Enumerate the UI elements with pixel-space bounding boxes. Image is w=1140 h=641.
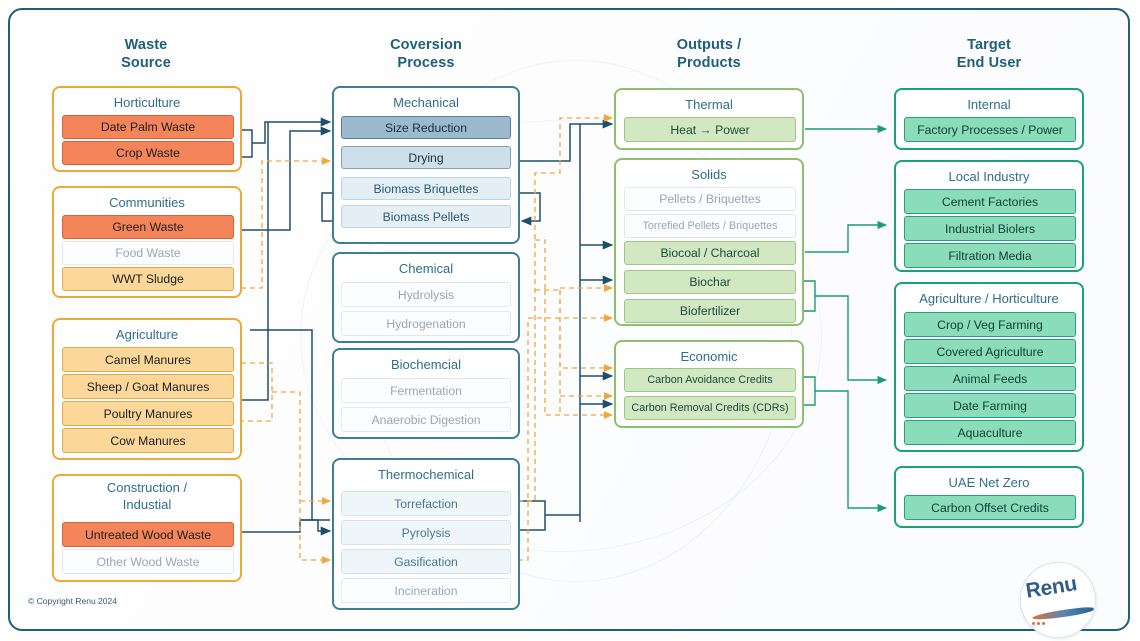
group-agriculture: Agriculture Camel Manures Sheep / Goat M… (52, 318, 242, 460)
group-title: Chemical (398, 261, 454, 276)
group-title: Mechanical (393, 95, 459, 110)
group-mechanical: Mechanical Size Reduction Drying Biomass… (332, 86, 520, 244)
group-internal: Internal Factory Processes / Power (894, 88, 1084, 150)
item-carbon-avoidance-credits[interactable]: Carbon Avoidance Credits (624, 368, 796, 392)
group-title: Economic (680, 349, 738, 364)
diagram-canvas: Waste Source Coversion Process Outputs /… (0, 0, 1140, 641)
item-poultry-manures[interactable]: Poultry Manures (62, 401, 234, 426)
group-title-line-1: Construction / (106, 480, 188, 495)
heading-line-2: End User (956, 55, 1022, 71)
group-solids: Solids Pellets / Briquettes Torrefied Pe… (614, 158, 804, 326)
item-industrial-biolers[interactable]: Industrial Biolers (904, 216, 1076, 241)
group-thermochemical: Thermochemical Torrefaction Pyrolysis Ga… (332, 458, 520, 610)
group-title: Agriculture (115, 327, 179, 342)
item-crop-veg-farming[interactable]: Crop / Veg Farming (904, 312, 1076, 337)
item-heat-to-power[interactable]: Heat → Power (624, 117, 796, 142)
heading-line-1: Coversion (390, 37, 462, 53)
group-biochemcial: Biochemcial Fermentation Anaerobic Diges… (332, 348, 520, 439)
group-title: Solids (691, 167, 727, 182)
column-heading-outputs: Outputs / Products (619, 36, 799, 72)
item-carbon-removal-credits[interactable]: Carbon Removal Credits (CDRs) (624, 396, 796, 420)
item-torrefied-pellets-briquettes[interactable]: Torrefied Pellets / Briquettes (624, 214, 796, 238)
item-wwt-sludge[interactable]: WWT Sludge (62, 267, 234, 291)
group-title: UAE Net Zero (948, 475, 1030, 490)
heading-line-2: Products (677, 55, 741, 71)
heading-line-2: Source (121, 55, 171, 71)
item-biomass-briquettes[interactable]: Biomass Briquettes (341, 177, 511, 200)
item-other-wood-waste[interactable]: Other Wood Waste (62, 549, 234, 574)
renu-logo: Renu (1020, 562, 1102, 638)
item-carbon-offset-credits[interactable]: Carbon Offset Credits (904, 495, 1076, 520)
item-hydrogenation[interactable]: Hydrogenation (341, 311, 511, 336)
group-construction-industial: Construction / Industial Untreated Wood … (52, 474, 242, 582)
group-title: Horticulture (113, 95, 181, 110)
heading-line-1: Target (967, 37, 1011, 53)
item-torrefaction[interactable]: Torrefaction (341, 491, 511, 516)
group-title: Construction / Industial (54, 479, 240, 513)
item-incineration[interactable]: Incineration (341, 578, 511, 603)
item-fermentation[interactable]: Fermentation (341, 378, 511, 403)
item-hydrolysis[interactable]: Hydrolysis (341, 282, 511, 307)
copyright-text: © Copyright Renu 2024 (28, 596, 117, 606)
item-sheep-goat-manures[interactable]: Sheep / Goat Manures (62, 374, 234, 399)
item-drying[interactable]: Drying (341, 146, 511, 169)
item-size-reduction[interactable]: Size Reduction (341, 116, 511, 139)
item-biofertilizer[interactable]: Biofertilizer (624, 299, 796, 323)
item-cow-manures[interactable]: Cow Manures (62, 428, 234, 453)
group-title-line-2: Industial (122, 497, 172, 512)
heading-line-1: Waste (124, 37, 168, 53)
item-gasification[interactable]: Gasification (341, 549, 511, 574)
column-heading-waste-source: Waste Source (56, 36, 236, 72)
group-title: Internal (967, 97, 1011, 112)
group-uae-net-zero: UAE Net Zero Carbon Offset Credits (894, 466, 1084, 528)
item-covered-agriculture[interactable]: Covered Agriculture (904, 339, 1076, 364)
item-cement-factories[interactable]: Cement Factories (904, 189, 1076, 214)
group-title: Local Industry (948, 169, 1030, 184)
group-communities: Communities Green Waste Food Waste WWT S… (52, 186, 242, 298)
group-local-industry: Local Industry Cement Factories Industri… (894, 160, 1084, 272)
item-aquaculture[interactable]: Aquaculture (904, 420, 1076, 445)
group-horticulture: Horticulture Date Palm Waste Crop Waste (52, 86, 242, 172)
item-biochar[interactable]: Biochar (624, 270, 796, 294)
item-pellets-briquettes[interactable]: Pellets / Briquettes (624, 187, 796, 211)
item-anaerobic-digestion[interactable]: Anaerobic Digestion (341, 407, 511, 432)
item-crop-waste[interactable]: Crop Waste (62, 141, 234, 165)
item-filtration-media[interactable]: Filtration Media (904, 243, 1076, 268)
group-agriculture-horticulture: Agriculture / Horticulture Crop / Veg Fa… (894, 282, 1084, 452)
item-animal-feeds[interactable]: Animal Feeds (904, 366, 1076, 391)
group-title: Communities (109, 195, 185, 210)
item-untreated-wood-waste[interactable]: Untreated Wood Waste (62, 522, 234, 547)
item-biocoal-charcoal[interactable]: Biocoal / Charcoal (624, 241, 796, 265)
group-chemical: Chemical Hydrolysis Hydrogenation (332, 252, 520, 343)
group-title: Thermochemical (377, 467, 475, 482)
item-pyrolysis[interactable]: Pyrolysis (341, 520, 511, 545)
logo-dots-icon (1032, 612, 1047, 630)
group-economic: Economic Carbon Avoidance Credits Carbon… (614, 340, 804, 428)
column-heading-target: Target End User (899, 36, 1079, 72)
heading-line-1: Outputs / (676, 37, 742, 53)
group-thermal: Thermal Heat → Power (614, 88, 804, 150)
item-date-farming[interactable]: Date Farming (904, 393, 1076, 418)
group-title: Agriculture / Horticulture (919, 291, 1059, 306)
item-camel-manures[interactable]: Camel Manures (62, 347, 234, 372)
item-date-palm-waste[interactable]: Date Palm Waste (62, 115, 234, 139)
item-biomass-pellets[interactable]: Biomass Pellets (341, 205, 511, 228)
group-title: Thermal (685, 97, 733, 112)
group-title: Biochemcial (390, 357, 462, 372)
heading-line-2: Process (397, 55, 455, 71)
item-green-waste[interactable]: Green Waste (62, 215, 234, 239)
item-factory-processes-power[interactable]: Factory Processes / Power (904, 117, 1076, 142)
item-food-waste[interactable]: Food Waste (62, 241, 234, 265)
column-heading-conversion: Coversion Process (336, 36, 516, 72)
